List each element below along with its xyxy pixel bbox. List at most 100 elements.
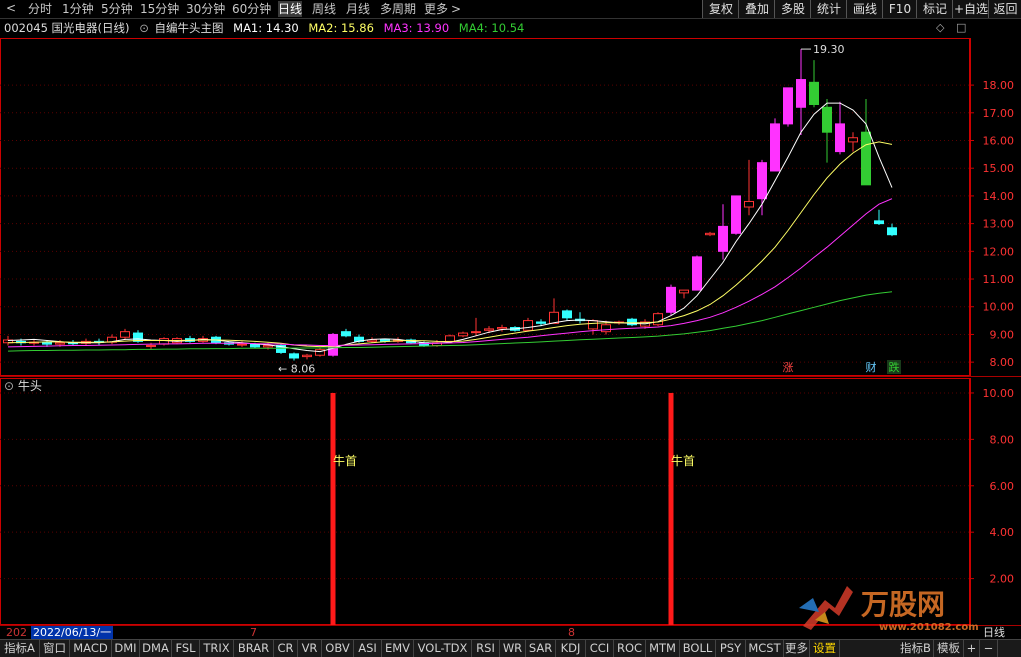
period-tab-5[interactable]: 60分钟 [232, 1, 271, 17]
candle[interactable] [120, 328, 130, 340]
indicator-tab-12[interactable]: EMV [382, 640, 414, 657]
candle[interactable] [796, 49, 806, 135]
event-marker-label[interactable]: 财 [866, 360, 877, 374]
candle[interactable] [783, 87, 793, 127]
period-tab-9[interactable]: 多周期 [380, 1, 416, 17]
candle[interactable] [341, 328, 351, 338]
period-tab-10[interactable]: 更多 [424, 1, 448, 17]
indicator-tab-0[interactable]: 指标A [0, 640, 40, 657]
indicator-tab-13[interactable]: VOL-TDX [414, 640, 472, 657]
candle[interactable] [731, 195, 741, 235]
period-tab-4[interactable]: 30分钟 [186, 1, 225, 17]
period-tab-3[interactable]: 15分钟 [140, 1, 179, 17]
period-tab-1[interactable]: 1分钟 [62, 1, 94, 17]
candle[interactable] [653, 312, 663, 327]
indicator-tab-15[interactable]: WR [500, 640, 526, 657]
candle[interactable] [185, 335, 195, 343]
candle[interactable] [107, 334, 117, 345]
indicator-tab-16[interactable]: SAR [526, 640, 556, 657]
indicator-tab-18[interactable]: CCI [586, 640, 614, 657]
indicator-tab-24[interactable]: 更多 [784, 640, 810, 657]
toolbar-button-0[interactable]: 复权 [702, 0, 739, 18]
indicator-tab-11[interactable]: ASI [354, 640, 382, 657]
candle[interactable] [757, 159, 767, 216]
candle[interactable] [848, 132, 858, 152]
candle[interactable] [861, 98, 871, 186]
candle[interactable] [458, 331, 468, 338]
indicator-tab-26[interactable]: 指标B [898, 640, 934, 657]
indicator-tab-10[interactable]: OBV [322, 640, 354, 657]
candlestick-chart[interactable]: 8.00 9.00 10.00 11.00 12.00 13.00 14.00 15.00 16… [0, 38, 1021, 376]
candle[interactable] [276, 344, 286, 354]
candle[interactable] [302, 353, 312, 360]
period-tab-6[interactable]: 日线 [278, 1, 303, 17]
indicator-tab-1[interactable]: 窗口 [40, 640, 70, 657]
indicator-tab-7[interactable]: BRAR [234, 640, 274, 657]
settings-circle-icon[interactable]: ⊙ [4, 379, 14, 393]
candle[interactable] [718, 204, 728, 260]
candle[interactable] [666, 284, 676, 316]
indicator-tab-17[interactable]: KDJ [556, 640, 586, 657]
candle[interactable] [692, 255, 702, 291]
candle[interactable] [770, 118, 780, 172]
window-square-icon[interactable]: □ [956, 21, 966, 34]
candle[interactable] [562, 309, 572, 321]
indicator-tab-20[interactable]: MTM [646, 640, 680, 657]
candle[interactable] [887, 223, 897, 237]
indicator-tab-3[interactable]: DMI [112, 640, 140, 657]
indicator-tab-29[interactable]: − [980, 640, 998, 657]
toolbar-button-1[interactable]: 叠加 [738, 0, 775, 18]
candle[interactable] [705, 231, 715, 237]
bull-head-bar[interactable] [668, 392, 674, 625]
candle[interactable] [289, 352, 299, 361]
candle[interactable] [809, 60, 819, 108]
more-arrow-icon[interactable]: > [451, 1, 461, 17]
candle[interactable] [627, 317, 637, 327]
indicator-tab-6[interactable]: TRIX [200, 640, 234, 657]
candle[interactable] [874, 209, 884, 226]
candle[interactable] [328, 333, 338, 357]
indicator-tab-22[interactable]: PSY [716, 640, 746, 657]
indicator-tab-21[interactable]: BOLL [680, 640, 716, 657]
candle[interactable] [822, 98, 832, 163]
toolbar-button-3[interactable]: 统计 [810, 0, 847, 18]
period-tab-2[interactable]: 5分钟 [101, 1, 133, 17]
candle[interactable] [575, 312, 585, 324]
indicator-tab-27[interactable]: 模板 [934, 640, 964, 657]
toolbar-button-4[interactable]: 画线 [846, 0, 883, 18]
period-tab-8[interactable]: 月线 [346, 1, 370, 17]
candle[interactable] [588, 319, 598, 335]
bull-head-bar[interactable] [330, 392, 336, 625]
candle[interactable] [523, 317, 533, 332]
indicator-tab-19[interactable]: ROC [614, 640, 646, 657]
candle[interactable] [549, 298, 559, 324]
event-marker-label[interactable]: 跌 [889, 360, 900, 374]
toolbar-button-5[interactable]: F10 [882, 0, 917, 18]
indicator-panel-title[interactable]: ⊙ 牛头 [4, 378, 42, 394]
indicator-name[interactable]: 自编牛头主图 [154, 21, 223, 35]
indicator-tab-28[interactable]: + [964, 640, 980, 657]
indicator-tab-2[interactable]: MACD [70, 640, 112, 657]
candle[interactable] [471, 317, 481, 336]
indicator-tab-25[interactable]: 设置 [810, 640, 840, 657]
toolbar-button-8[interactable]: 返回 [988, 0, 1021, 18]
indicator-tab-5[interactable]: FSL [172, 640, 200, 657]
period-tab-0[interactable]: 分时 [28, 1, 52, 17]
toolbar-button-2[interactable]: 多股 [774, 0, 811, 18]
indicator-tab-4[interactable]: DMA [140, 640, 172, 657]
candle[interactable] [315, 348, 325, 357]
indicator-tab-8[interactable]: CR [274, 640, 298, 657]
indicator-tab-9[interactable]: VR [298, 640, 322, 657]
indicator-tab-14[interactable]: RSI [472, 640, 500, 657]
panel-divider[interactable] [0, 376, 1021, 377]
toolbar-button-7[interactable]: +自选 [952, 0, 989, 18]
diamond-icon[interactable]: ◇ [936, 21, 944, 34]
period-tab-7[interactable]: 周线 [312, 1, 336, 17]
event-marker-label[interactable]: 涨 [783, 361, 794, 374]
candle[interactable] [835, 101, 845, 155]
settings-circle-icon[interactable]: ⊙ [139, 21, 149, 35]
candle[interactable] [679, 289, 689, 299]
back-arrow-icon[interactable]: < [6, 1, 16, 15]
toolbar-button-6[interactable]: 标记 [916, 0, 953, 18]
indicator-tab-23[interactable]: MCST [746, 640, 784, 657]
